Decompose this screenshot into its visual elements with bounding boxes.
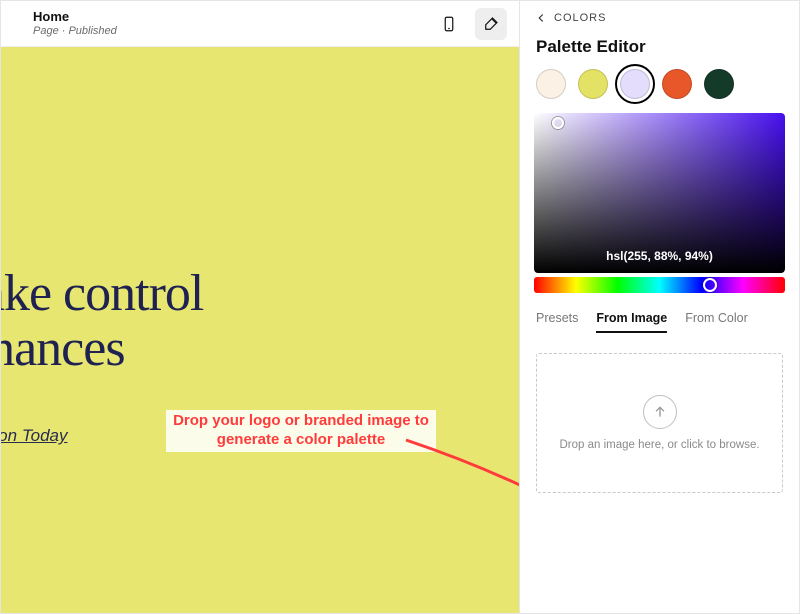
swatch-5[interactable] [704, 69, 734, 99]
swatch-4[interactable] [662, 69, 692, 99]
dropzone-label: Drop an image here, or click to browse. [559, 439, 759, 451]
chevron-left-icon [534, 11, 548, 25]
swatch-1[interactable] [536, 69, 566, 99]
hue-slider[interactable] [534, 277, 785, 293]
panel-title: Palette Editor [520, 31, 799, 69]
topbar: Home Page · Published [1, 1, 519, 47]
smartphone-icon [440, 15, 458, 33]
tab-presets[interactable]: Presets [536, 311, 578, 333]
page-status: Page · Published [33, 25, 117, 37]
page-title-block[interactable]: Home Page · Published [13, 10, 117, 36]
swatch-2[interactable] [578, 69, 608, 99]
page-title: Home [33, 10, 117, 24]
tab-from-image[interactable]: From Image [596, 311, 667, 333]
paintbrush-icon [482, 15, 500, 33]
upload-arrow-icon [652, 404, 668, 420]
hero-heading: y to take control our finances [1, 267, 203, 376]
image-dropzone[interactable]: Drop an image here, or click to browse. [536, 353, 783, 493]
picker-handle[interactable] [552, 117, 564, 129]
upload-icon-circle [643, 395, 677, 429]
hero-heading-line1: y to take control [1, 265, 203, 322]
palette-source-tabs: Presets From Image From Color [520, 293, 799, 339]
panel-back-label: COLORS [554, 12, 606, 24]
hero-heading-line2: our finances [1, 320, 125, 377]
hero-section: y to take control our finances ule a Con… [1, 267, 203, 519]
styles-button[interactable] [475, 8, 507, 40]
panel-back-button[interactable]: COLORS [520, 1, 799, 31]
page-canvas[interactable]: y to take control our finances ule a Con… [1, 47, 519, 613]
swatch-3[interactable] [620, 69, 650, 99]
saturation-picker[interactable]: hsl(255, 88%, 94%) [534, 113, 785, 273]
tab-from-color[interactable]: From Color [685, 311, 748, 333]
editor-left: Home Page · Published y to take control … [1, 1, 519, 613]
palette-swatches [520, 69, 799, 113]
app-root: Home Page · Published y to take control … [0, 0, 800, 614]
color-value-label: hsl(255, 88%, 94%) [534, 249, 785, 263]
color-picker: hsl(255, 88%, 94%) [520, 113, 799, 293]
topbar-icons [433, 8, 507, 40]
hue-handle[interactable] [703, 278, 717, 292]
palette-panel: COLORS Palette Editor hsl(255, 88%, 94%)… [519, 1, 799, 613]
annotation-callout: Drop your logo or branded image to gener… [166, 410, 436, 452]
device-preview-button[interactable] [433, 8, 465, 40]
